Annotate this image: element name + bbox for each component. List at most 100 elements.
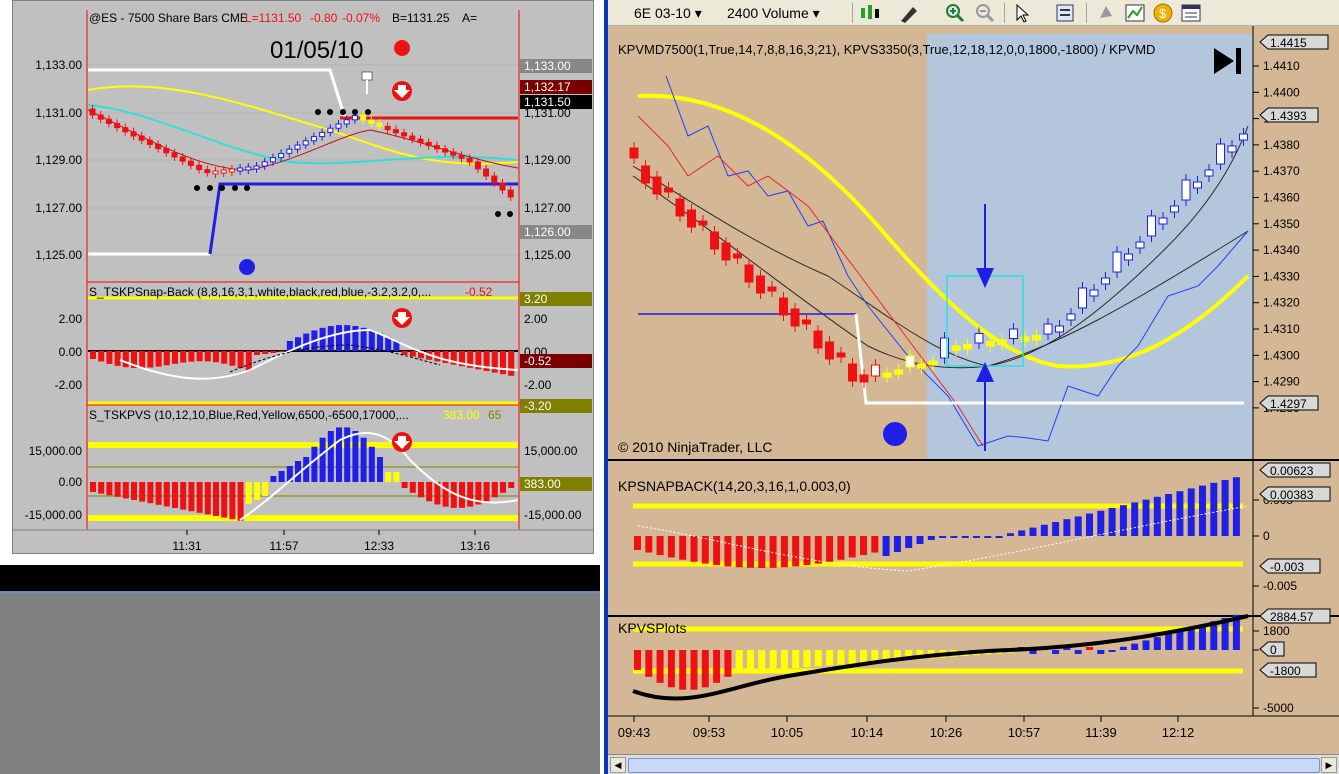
toolbar-separator xyxy=(852,3,853,23)
right-toolbar: 6E 03-10 ▾ 2400 Volume ▾ $ xyxy=(608,0,1339,26)
left-candle xyxy=(319,131,326,138)
left-time-label: 13:16 xyxy=(460,539,490,553)
left-time-label: 11:31 xyxy=(172,539,201,553)
left-candle xyxy=(466,157,473,163)
left-black-dot xyxy=(207,185,213,191)
left-blue-circle-icon xyxy=(239,259,255,275)
left-pvs-bar xyxy=(352,431,359,482)
right-snap-bar xyxy=(724,536,732,567)
right-snap-bar xyxy=(1074,516,1082,536)
left-snap-bar xyxy=(147,351,154,368)
right-candle xyxy=(710,231,719,250)
right-time-label: 10:26 xyxy=(930,725,963,740)
right-snap-tag-2: 0.00383 xyxy=(1259,486,1331,502)
left-pvs-axis-label: 0.00 xyxy=(59,475,83,489)
svg-text:3.20: 3.20 xyxy=(524,292,548,306)
toolbar-separator xyxy=(1086,3,1087,23)
right-candle xyxy=(721,242,731,261)
left-candle xyxy=(105,118,112,124)
left-quote-ask: A= xyxy=(462,11,477,25)
right-snap-bar xyxy=(667,536,675,558)
left-date-label: 01/05/10 xyxy=(270,37,363,64)
cursor-icon[interactable] xyxy=(1012,2,1034,24)
left-candle xyxy=(507,189,514,198)
right-tag-14393: 1.4393 xyxy=(1259,107,1319,123)
right-snap-bar xyxy=(1142,499,1150,536)
right-pvs-title: KPVSPlots xyxy=(618,620,686,636)
right-candle xyxy=(1135,241,1145,249)
left-candle xyxy=(220,169,227,174)
left-snap-bar xyxy=(114,351,121,366)
right-snap-bar xyxy=(1063,519,1071,536)
right-snap-bar xyxy=(995,536,1003,538)
left-candle xyxy=(343,119,350,125)
left-pvs-bar xyxy=(262,482,269,496)
left-snap-bar xyxy=(401,351,408,355)
left-black-dot xyxy=(495,211,501,217)
left-candle xyxy=(474,161,481,170)
left-pvs-bar xyxy=(508,482,515,488)
left-candle xyxy=(368,119,375,124)
right-candle xyxy=(756,275,765,294)
left-snap-title: S_TSKPSnap-Back (8,8,16,3,1,white,black,… xyxy=(89,285,431,299)
right-candle xyxy=(698,220,708,226)
chart-trader-icon[interactable] xyxy=(1180,2,1202,24)
properties-icon[interactable] xyxy=(1096,2,1118,24)
right-price-axis-label: 1.4370 xyxy=(1263,164,1300,178)
left-snap-bar xyxy=(327,326,334,351)
left-candle xyxy=(163,148,170,154)
right-chart-svg[interactable]: KPVMD7500(1,True,14,7,8,8,16,3,21), KPVS… xyxy=(608,26,1339,754)
right-pvs-bar xyxy=(634,650,641,670)
left-snap-tag-bot: -3.20 xyxy=(520,399,592,413)
right-price-axis-label: 1.4290 xyxy=(1263,375,1300,389)
right-candle xyxy=(744,264,754,283)
right-snap-tag-1: 0.00623 xyxy=(1259,462,1331,478)
left-candle xyxy=(155,143,162,150)
right-pvs-bar xyxy=(679,650,687,690)
left-candle xyxy=(196,164,203,171)
left-pvs-bar xyxy=(426,482,433,502)
right-pvs-bar xyxy=(1165,634,1173,650)
right-price-axis-label: 1.4400 xyxy=(1263,85,1300,99)
right-pvs-bar xyxy=(1187,627,1195,650)
right-horizontal-scrollbar[interactable]: ◀ ▶ xyxy=(608,754,1339,774)
scroll-left-button[interactable]: ◀ xyxy=(610,757,626,773)
left-black-dot xyxy=(194,185,200,191)
scroll-right-button[interactable]: ▶ xyxy=(1321,757,1337,773)
right-pvs-bar xyxy=(701,650,709,688)
left-pvs-bar xyxy=(213,482,219,516)
right-candle xyxy=(836,352,846,358)
left-pvs-down-arrow-icon xyxy=(392,432,412,452)
right-price-axis-label: 1.4360 xyxy=(1263,191,1300,205)
period-selector[interactable]: 2400 Volume ▾ xyxy=(727,4,820,22)
left-candle xyxy=(499,182,506,191)
right-snap-bar xyxy=(634,536,641,550)
left-pvs-bar xyxy=(254,482,260,500)
drawing-tool-icon[interactable] xyxy=(898,2,920,24)
right-candle xyxy=(1101,277,1110,285)
left-chart-svg[interactable]: @ES - 7500 Share Bars CME L=1131.50 -0.8… xyxy=(0,0,600,560)
right-candle xyxy=(1216,143,1225,165)
right-pvs-bar xyxy=(667,650,675,688)
indicators-icon[interactable] xyxy=(1124,2,1146,24)
zoom-in-icon[interactable] xyxy=(944,2,966,24)
left-pvs-bar xyxy=(180,482,187,510)
data-box-icon[interactable] xyxy=(1054,2,1076,24)
zoom-out-icon[interactable] xyxy=(974,2,996,24)
left-pvs-bar xyxy=(221,482,228,518)
right-snap-axis-label: -0.005 xyxy=(1263,579,1297,593)
right-snap-bar xyxy=(1165,494,1173,536)
strategies-icon[interactable]: $ xyxy=(1152,2,1174,24)
scroll-thumb[interactable] xyxy=(628,758,1320,773)
left-pvs-axis-right-label: -15,000.00 xyxy=(524,508,582,522)
instrument-selector[interactable]: 6E 03-10 ▾ xyxy=(634,4,702,22)
left-black-dot xyxy=(315,109,321,115)
left-candle xyxy=(310,136,317,142)
left-pvs-bar xyxy=(377,457,383,482)
left-pvs-bar xyxy=(98,482,105,494)
right-candle xyxy=(1043,323,1053,335)
left-snap-bar xyxy=(139,351,146,369)
left-candle xyxy=(302,140,309,146)
right-pvs-bar xyxy=(848,650,856,664)
chart-style-icon[interactable] xyxy=(858,2,880,24)
